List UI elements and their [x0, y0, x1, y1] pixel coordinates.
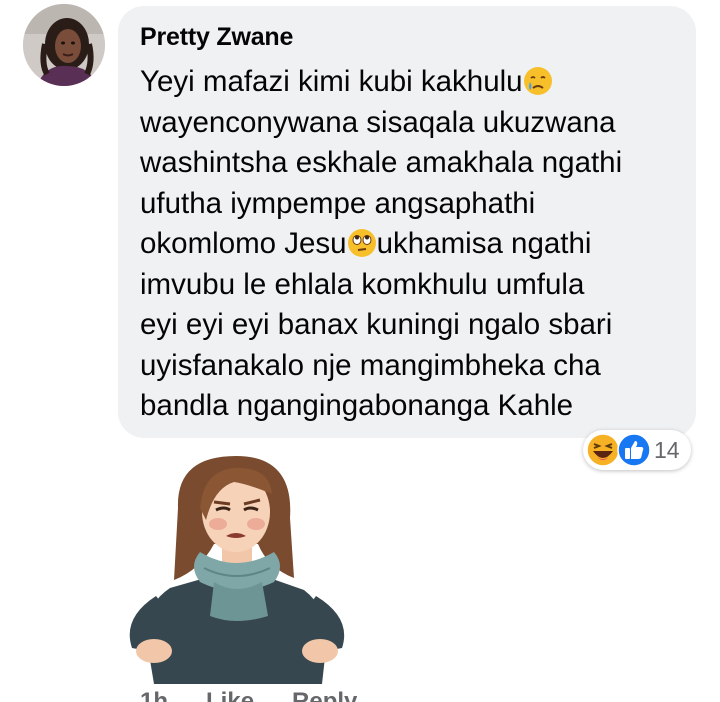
crying-face-icon [523, 67, 552, 95]
comment-line-text: Yeyi mafazi kimi kubi kakhulu [140, 65, 523, 98]
comment-line: okomlomo Jesu ukhamisa ngathi [140, 224, 674, 265]
comment-author[interactable]: Pretty Zwane [140, 20, 674, 54]
comment-line: Yeyi mafazi kimi kubi kakhulu [140, 62, 674, 103]
comment-line: washintsha eskhale amakhala ngathi [140, 146, 623, 179]
comment-line-text-after: ukhamisa ngathi [376, 227, 592, 260]
comment-line: bandla ngangingabonanga Kahle [140, 389, 574, 422]
comment-actions: 1h Like Reply [140, 686, 357, 702]
reply-button[interactable]: Reply [292, 686, 357, 702]
comment-line: wayenconywana sisaqala ukuzwana [140, 105, 616, 139]
like-button[interactable]: Like [206, 686, 254, 702]
like-reaction-icon [617, 433, 651, 467]
comment-line-text: okomlomo Jesu [140, 227, 347, 260]
comment-line: uyisfanakalo nje mangimbheka cha [140, 348, 601, 382]
reactions-summary[interactable]: 14 [583, 430, 691, 470]
laughing-reaction-icon [586, 433, 620, 467]
comment-line: eyi eyi eyi banax kuningi ngalo sbari [140, 308, 613, 341]
sticker [118, 448, 356, 684]
eye-roll-face-icon [347, 229, 376, 257]
profile-photo [23, 4, 105, 86]
avatar[interactable] [23, 4, 105, 86]
comment-line: ufutha iympempe angsaphathi [140, 186, 536, 220]
comment-line: imvubu le ehlala komkhulu umfula [140, 267, 585, 301]
comment-timestamp[interactable]: 1h [140, 686, 168, 702]
annoyed-woman-sticker [129, 456, 345, 684]
reaction-count: 14 [654, 437, 680, 463]
comment-body: Yeyi mafazi kimi kubi kakhulu wayenconyw… [140, 62, 674, 427]
comment-bubble: Pretty Zwane Yeyi mafazi kimi kubi kakhu… [118, 6, 696, 438]
